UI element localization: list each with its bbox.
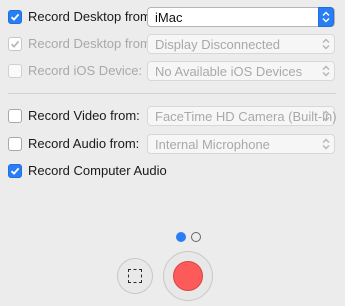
record-desktop-secondary-select[interactable]: Display Disconnected [147, 34, 335, 54]
record-icon [173, 261, 203, 291]
record-video-label: Record Video from: [28, 108, 140, 123]
record-ios-label: Record iOS Device: [28, 63, 143, 78]
record-ios-row: Record iOS Device: No Available iOS Devi… [0, 61, 345, 83]
record-video-checkbox[interactable] [8, 109, 22, 123]
section-divider [8, 93, 336, 94]
record-desktop-secondary-checkbox[interactable] [8, 37, 22, 51]
record-audio-row: Record Audio from: Internal Microphone [0, 134, 345, 156]
record-ios-select[interactable]: No Available iOS Devices [147, 61, 335, 81]
dashed-rect-icon [128, 269, 142, 283]
record-computer-audio-label: Record Computer Audio [28, 163, 167, 178]
record-video-row: Record Video from: FaceTime HD Camera (B… [0, 106, 345, 128]
record-computer-audio-row: Record Computer Audio [0, 161, 345, 183]
page-indicator [176, 232, 201, 242]
stepper-arrows-icon [318, 134, 334, 154]
checkmark-icon [10, 167, 20, 175]
record-computer-audio-checkbox[interactable] [8, 164, 22, 178]
record-ios-value: No Available iOS Devices [155, 64, 303, 79]
record-button[interactable] [163, 251, 213, 301]
record-audio-select[interactable]: Internal Microphone [147, 134, 335, 154]
stepper-arrows-icon [318, 61, 334, 81]
record-video-value: FaceTime HD Camera (Built-in) [155, 109, 337, 124]
record-desktop-label: Record Desktop from: [28, 9, 155, 24]
record-desktop-select[interactable]: iMac [147, 7, 335, 27]
stepper-arrows-icon [318, 34, 334, 54]
record-desktop-secondary-value: Display Disconnected [155, 37, 281, 52]
record-audio-value: Internal Microphone [155, 137, 270, 152]
page-dot-2[interactable] [191, 232, 201, 242]
record-desktop-secondary-row: Record Desktop from: Display Disconnecte… [0, 34, 345, 56]
record-desktop-checkbox[interactable] [8, 10, 22, 24]
stepper-arrows-icon [318, 7, 334, 27]
select-area-button[interactable] [117, 258, 153, 294]
stepper-arrows-icon [318, 106, 334, 126]
record-ios-checkbox[interactable] [8, 64, 22, 78]
record-audio-label: Record Audio from: [28, 136, 140, 151]
record-desktop-value: iMac [155, 10, 183, 25]
record-video-select[interactable]: FaceTime HD Camera (Built-in) [147, 106, 337, 126]
checkmark-icon [10, 40, 20, 48]
record-audio-checkbox[interactable] [8, 137, 22, 151]
checkmark-icon [10, 13, 20, 21]
page-dot-1[interactable] [176, 232, 186, 242]
record-desktop-secondary-label: Record Desktop from: [28, 36, 155, 51]
record-desktop-row: Record Desktop from: iMac [0, 7, 345, 29]
